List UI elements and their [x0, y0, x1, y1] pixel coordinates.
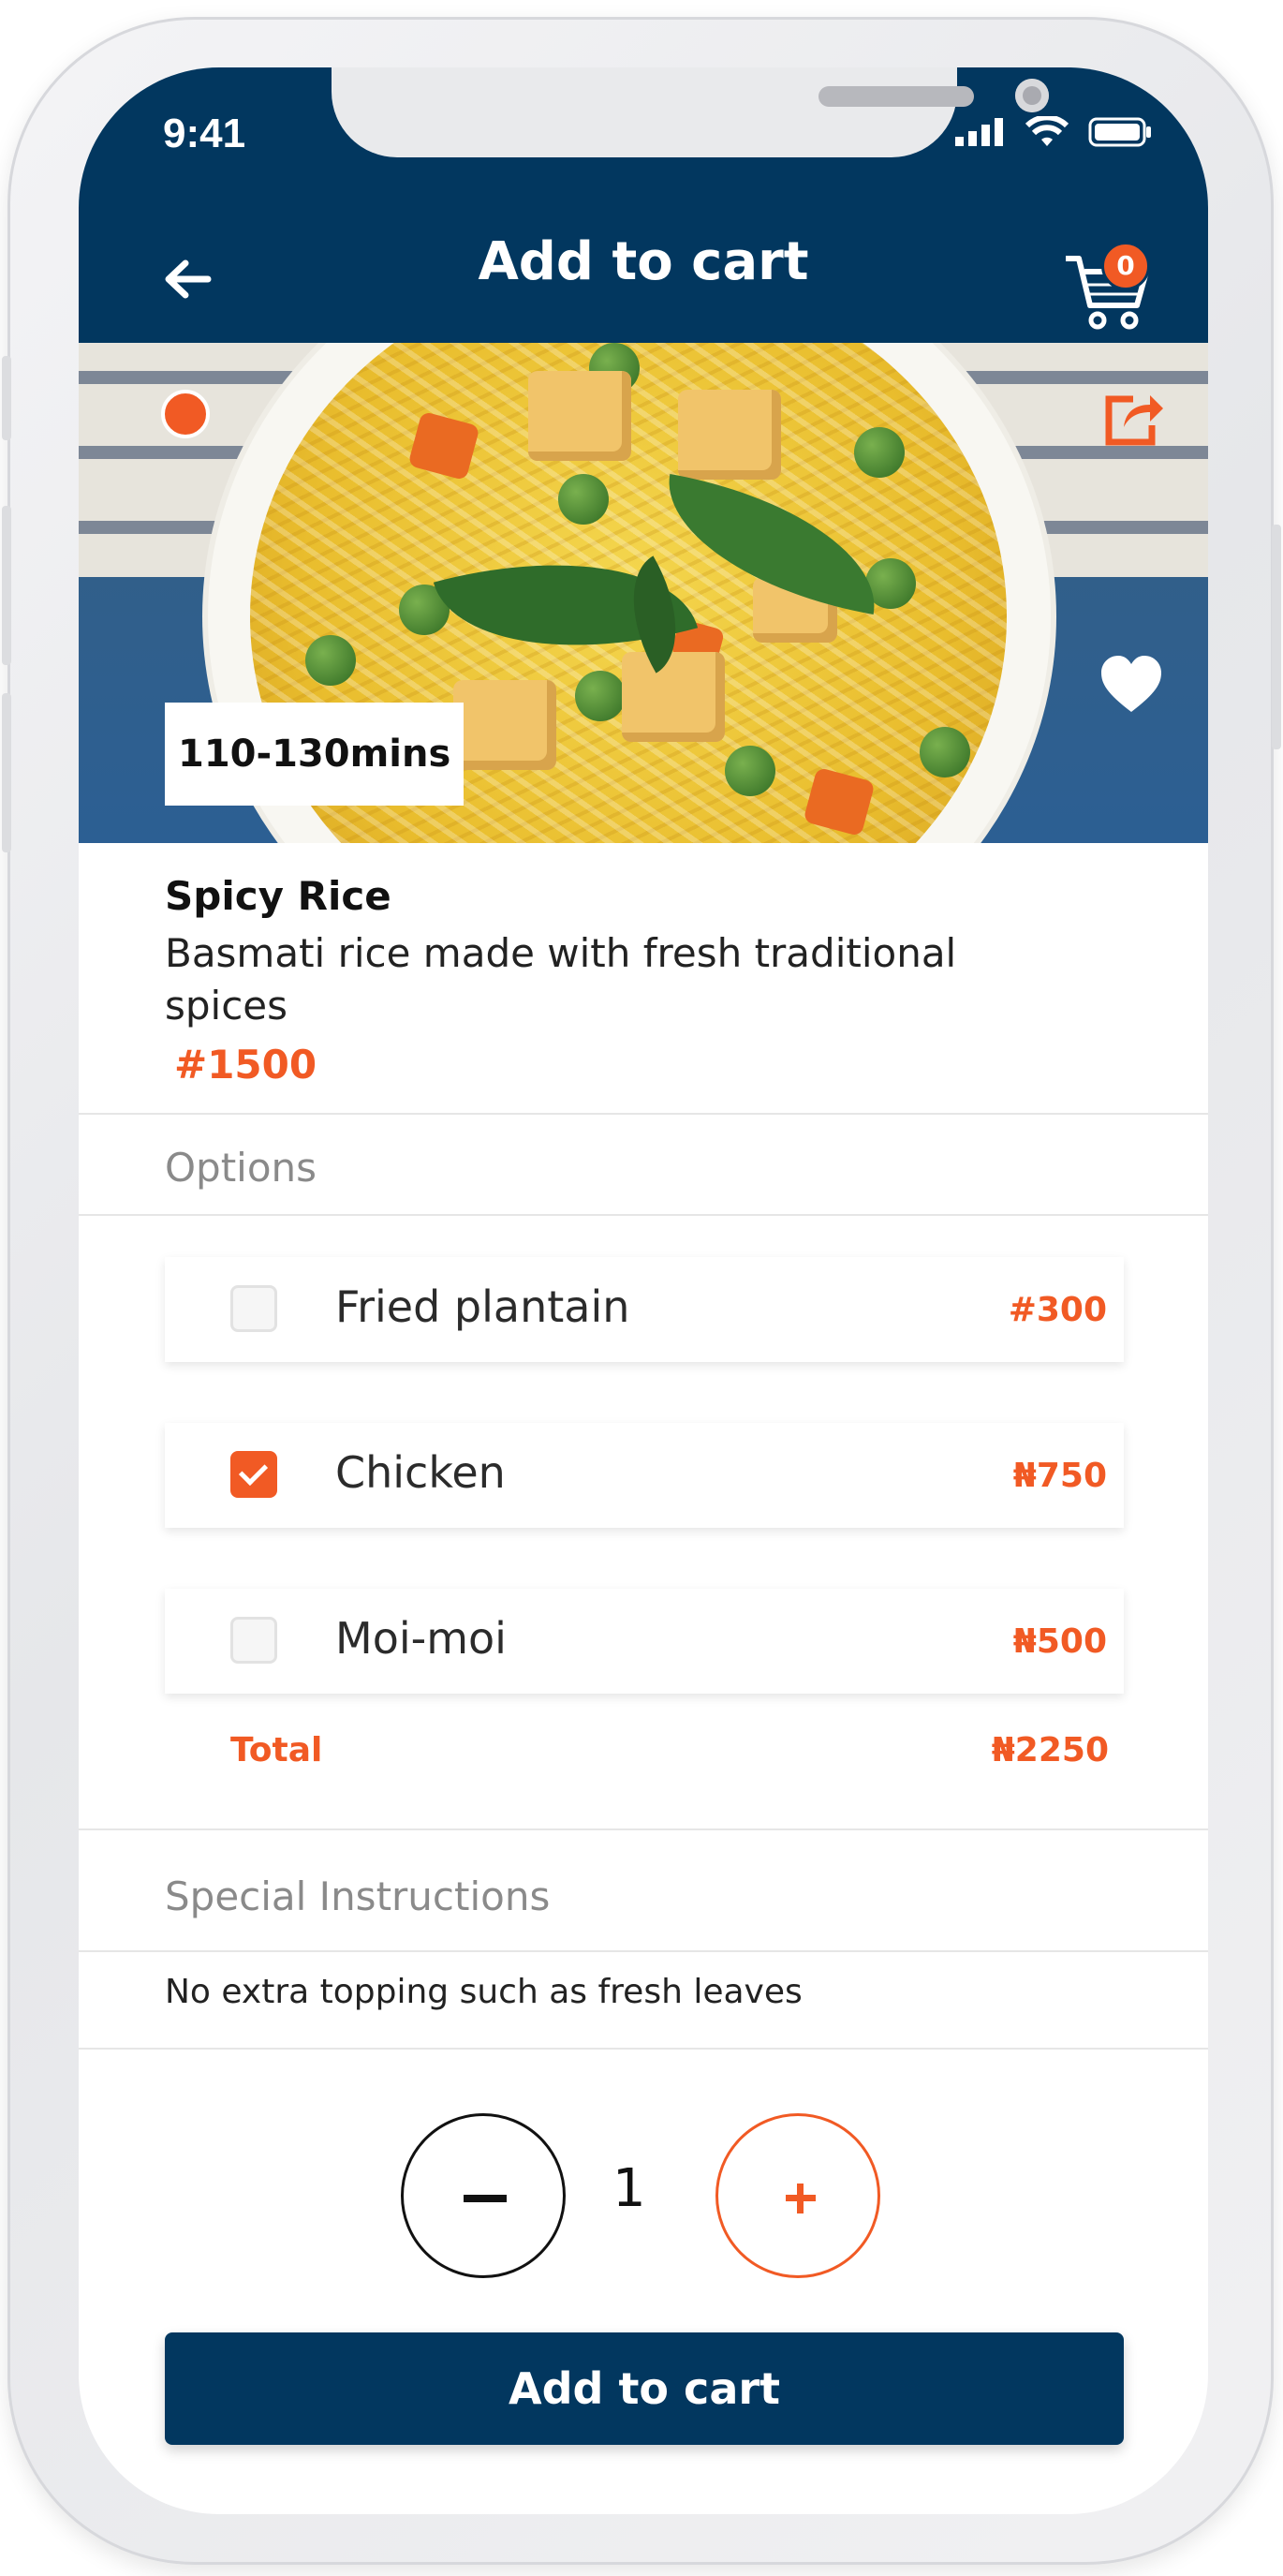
- heart-icon: [1101, 656, 1161, 712]
- status-icons: [955, 116, 1152, 148]
- special-instructions-text[interactable]: No extra topping such as fresh leaves: [165, 1973, 803, 2011]
- option-moi-moi[interactable]: Moi-moi ₦500: [165, 1589, 1124, 1694]
- special-instructions-label: Special Instructions: [165, 1873, 551, 1919]
- phone-screen: 9:41 Add to cart 0 110-130mins Spicy Ric…: [79, 67, 1208, 2514]
- increase-quantity-button[interactable]: [715, 2113, 880, 2278]
- options-label: Options: [165, 1145, 317, 1191]
- cart-count-badge: 0: [1101, 242, 1150, 290]
- divider: [79, 1950, 1208, 1952]
- decrease-quantity-button[interactable]: [401, 2113, 566, 2278]
- share-button[interactable]: [1101, 384, 1167, 450]
- checkbox[interactable]: [230, 1285, 277, 1332]
- tofu: [678, 390, 781, 480]
- wifi-icon: [1025, 116, 1069, 146]
- checkmark-icon[interactable]: [230, 1451, 277, 1498]
- phone-volume-down: [2, 693, 11, 852]
- share-icon: [1105, 395, 1163, 446]
- status-time: 9:41: [163, 111, 246, 156]
- tofu: [453, 680, 556, 770]
- phone-side-button: [2, 356, 11, 440]
- option-label: Moi-moi: [335, 1613, 507, 1664]
- option-price: ₦750: [1012, 1457, 1107, 1495]
- pea: [558, 474, 609, 525]
- total-label: Total: [230, 1731, 323, 1769]
- minus-icon: [464, 2195, 507, 2202]
- item-name: Spicy Rice: [165, 873, 391, 919]
- signal-icon: [955, 118, 1003, 146]
- checkbox[interactable]: [230, 1617, 277, 1664]
- speaker: [818, 86, 974, 107]
- app-header: 9:41 Add to cart 0: [79, 67, 1208, 343]
- total-value: ₦2250: [991, 1731, 1109, 1769]
- divider: [79, 2048, 1208, 2050]
- option-price: #300: [1008, 1291, 1107, 1329]
- divider: [79, 1113, 1208, 1115]
- phone-volume-up: [2, 506, 11, 665]
- divider: [79, 1214, 1208, 1216]
- pea: [854, 427, 905, 478]
- pea: [575, 671, 626, 721]
- pea: [725, 746, 775, 796]
- option-label: Chicken: [335, 1447, 506, 1498]
- quantity-value: 1: [612, 2158, 646, 2219]
- prep-time-badge: 110-130mins: [165, 703, 465, 806]
- battery-icon: [1088, 117, 1151, 147]
- plus-icon: [797, 2184, 804, 2213]
- image-indicator-dot: [161, 390, 210, 438]
- item-price: #1500: [174, 1042, 317, 1088]
- cart-button[interactable]: 0: [1062, 242, 1152, 332]
- front-camera: [1015, 79, 1049, 112]
- divider: [79, 1828, 1208, 1830]
- food-image: 110-130mins: [79, 343, 1208, 843]
- tofu: [622, 652, 725, 742]
- option-fried-plantain[interactable]: Fried plantain #300: [165, 1257, 1124, 1362]
- add-to-cart-button[interactable]: Add to cart: [165, 2332, 1124, 2445]
- pea: [920, 727, 970, 777]
- pea: [305, 635, 356, 686]
- option-price: ₦500: [1012, 1622, 1107, 1661]
- option-chicken[interactable]: Chicken ₦750: [165, 1423, 1124, 1528]
- option-label: Fried plantain: [335, 1281, 630, 1332]
- item-description: Basmati rice made with fresh traditional…: [165, 930, 957, 1029]
- page-title: Add to cart: [478, 231, 809, 292]
- notch: [332, 67, 1049, 157]
- tofu: [528, 371, 631, 461]
- phone-power-button: [1272, 525, 1281, 749]
- favorite-button[interactable]: [1098, 652, 1165, 719]
